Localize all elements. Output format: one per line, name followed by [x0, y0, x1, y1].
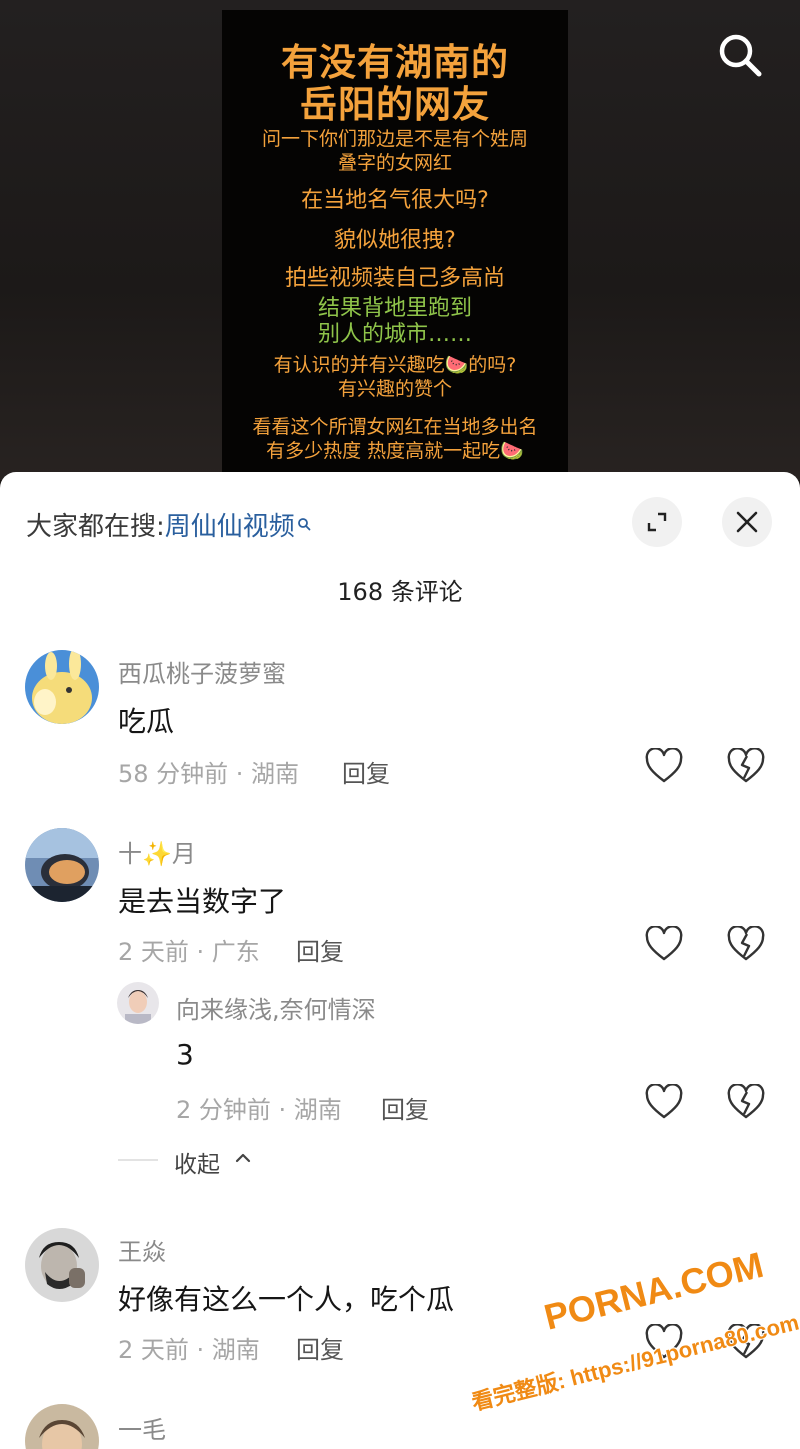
broken-heart-icon[interactable]	[726, 1084, 766, 1120]
comment-item: 十✨月 是去当数字了 2 天前 · 广东 回复	[0, 822, 800, 966]
broken-heart-icon[interactable]	[726, 926, 766, 962]
poster-title-line: 岳阳的网友	[300, 83, 490, 126]
comment-item: 西瓜桃子菠萝蜜 吃瓜 58 分钟前 · 湖南 回复	[0, 642, 800, 788]
comment-text: 好像有这么一个人，吃个瓜	[118, 1283, 455, 1316]
poster-line: 有兴趣的赞个	[337, 378, 452, 400]
comment-text: 是去当数字了	[118, 885, 287, 918]
comment-meta: 2 天前 · 广东	[118, 938, 260, 966]
avatar[interactable]	[117, 982, 159, 1024]
search-icon	[297, 508, 311, 538]
close-button[interactable]	[722, 497, 772, 547]
avatar[interactable]	[25, 1404, 99, 1449]
expand-icon	[647, 512, 667, 532]
reply-button[interactable]: 回复	[296, 932, 344, 967]
divider	[118, 1159, 158, 1161]
poster-line: 看看这个所谓女网红在当地多出名	[252, 416, 538, 438]
poster-line: 拍些视频装自己多高尚	[284, 266, 505, 291]
search-icon	[719, 34, 762, 77]
comment-count: 168 条评论	[337, 578, 463, 606]
reply-button[interactable]: 回复	[296, 1330, 344, 1365]
reply-item: 向来缘浅,奈何情深 3 2 分钟前 · 湖南 回复	[0, 980, 800, 1124]
poster-line-green: 别人的城市……	[317, 322, 472, 347]
poster-line: 问一下你们那边是不是有个姓周	[261, 128, 528, 150]
heart-icon[interactable]	[644, 926, 684, 962]
comment-sheet-header: 大家都在搜:周仙仙视频	[0, 472, 800, 572]
reply-author[interactable]: 向来缘浅,奈何情深	[176, 990, 376, 1025]
poster-line: 在当地名气很大吗?	[301, 188, 489, 213]
heart-icon[interactable]	[644, 1084, 684, 1120]
comment-meta: 58 分钟前 · 湖南	[118, 760, 300, 788]
hot-search-keyword[interactable]: 周仙仙视频	[165, 512, 295, 542]
hot-search-prefix: 大家都在搜:	[26, 512, 165, 542]
poster-line: 有多少热度 热度高就一起吃🍉	[266, 440, 524, 462]
comment-author[interactable]: 西瓜桃子菠萝蜜	[118, 654, 286, 689]
avatar[interactable]	[25, 1228, 99, 1302]
comment-text: 吃瓜	[118, 705, 175, 738]
reply-meta: 2 分钟前 · 湖南	[176, 1096, 342, 1124]
poster-line: 有认识的并有兴趣吃🍉的吗?	[273, 354, 517, 376]
comment-author[interactable]: 一毛	[118, 1410, 166, 1445]
comment-meta: 2 天前 · 湖南	[118, 1336, 260, 1364]
video-area[interactable]: 有没有湖南的 岳阳的网友 问一下你们那边是不是有个姓周 叠字的女网红 在当地名气…	[0, 0, 800, 480]
broken-heart-icon[interactable]	[726, 748, 766, 784]
close-icon	[736, 511, 758, 533]
poster-line: 貌似她很拽?	[334, 228, 456, 253]
chevron-up-icon	[235, 1153, 251, 1163]
reply-button[interactable]: 回复	[342, 754, 390, 789]
expand-button[interactable]	[632, 497, 682, 547]
comment-author[interactable]: 十✨月	[118, 834, 196, 869]
heart-icon[interactable]	[644, 748, 684, 784]
reply-button[interactable]: 回复	[381, 1090, 429, 1125]
hot-search-bar[interactable]: 大家都在搜:周仙仙视频	[26, 506, 311, 543]
avatar[interactable]	[25, 650, 99, 724]
comment-author[interactable]: 王焱	[118, 1232, 166, 1267]
video-poster: 有没有湖南的 岳阳的网友 问一下你们那边是不是有个姓周 叠字的女网红 在当地名气…	[222, 10, 568, 472]
comment-item: 一毛	[0, 1400, 800, 1449]
avatar[interactable]	[25, 828, 99, 902]
collapse-label: 收起	[174, 1152, 220, 1178]
search-button[interactable]	[714, 30, 766, 82]
poster-line: 叠字的女网红	[337, 152, 452, 174]
reply-text: 3	[176, 1038, 194, 1071]
collapse-replies-button[interactable]: 收起	[118, 1145, 418, 1178]
